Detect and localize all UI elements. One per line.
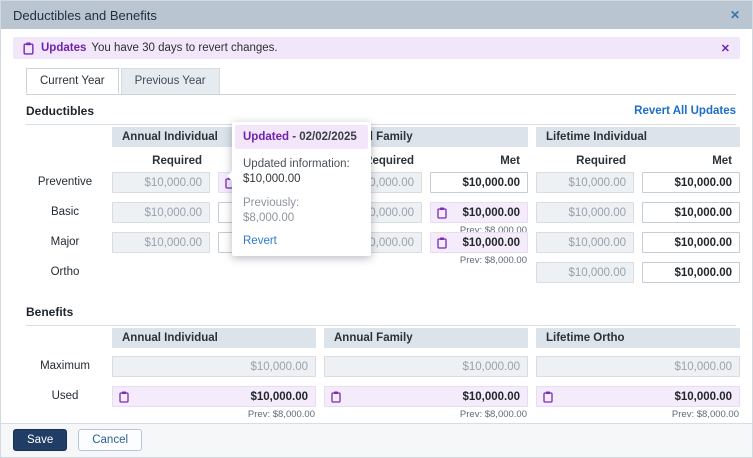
clipboard-icon	[543, 391, 553, 403]
group-header-lifetime-ortho: Lifetime Ortho	[536, 328, 740, 348]
revert-all-updates-link[interactable]: Revert All Updates	[634, 105, 736, 117]
save-button[interactable]: Save	[13, 429, 68, 451]
row-label: Major	[50, 236, 80, 248]
table-row-major: Major $10,000.00 Prev: $8,000.00	[26, 232, 740, 266]
previous-value-label: Prev: $8,000.00	[247, 409, 315, 420]
required-input[interactable]	[536, 262, 634, 283]
required-input[interactable]	[112, 172, 210, 193]
table-row-used: Used $10,000.00 Prev: $8,000.00 $10,000.…	[26, 386, 740, 420]
tooltip-arrow-icon	[227, 171, 232, 181]
updated-used-cell[interactable]: $10,000.00	[324, 386, 528, 407]
updated-met-cell[interactable]: $10,000.00	[430, 202, 528, 223]
required-column-label: Required	[152, 155, 202, 167]
tooltip-updated-info-label: Updated information:	[243, 158, 350, 170]
banner-text: You have 30 days to revert changes.	[91, 42, 278, 54]
revert-link[interactable]: Revert	[243, 235, 360, 247]
row-label: Preventive	[37, 176, 93, 188]
maximum-input[interactable]	[112, 356, 316, 377]
updated-used-cell[interactable]: $10,000.00	[536, 386, 740, 407]
table-row-basic: Basic $10,000.00 Prev: $8,000.00	[26, 202, 740, 236]
required-input[interactable]	[536, 172, 634, 193]
clipboard-icon	[437, 237, 447, 249]
met-input[interactable]	[642, 172, 740, 193]
table-row-maximum: Maximum	[26, 356, 740, 377]
required-input[interactable]	[112, 202, 210, 223]
deductibles-table: Annual Individual Annual Family Lifetime…	[26, 124, 740, 283]
dialog-content: Deductibles Revert All Updates Annual In…	[1, 95, 752, 423]
year-tabs: Current Year Previous Year	[26, 68, 736, 95]
clipboard-icon	[437, 207, 447, 219]
met-input[interactable]	[430, 172, 528, 193]
used-value: $10,000.00	[674, 390, 732, 403]
tooltip-updated-label: Updated	[243, 131, 289, 143]
tab-current-year[interactable]: Current Year	[26, 68, 119, 94]
required-column-label: Required	[576, 155, 626, 167]
row-label: Maximum	[40, 360, 90, 372]
tooltip-body: Updated information: $10,000.00 Previous…	[232, 152, 371, 256]
met-column-label: Met	[500, 155, 520, 167]
met-input[interactable]	[642, 262, 740, 283]
updates-banner: Updates You have 30 days to revert chang…	[13, 37, 740, 59]
dialog-close-icon[interactable]: ✕	[730, 8, 740, 22]
dialog-titlebar: Deductibles and Benefits ✕	[1, 1, 752, 29]
maximum-input[interactable]	[324, 356, 528, 377]
clipboard-icon	[331, 391, 341, 403]
table-row-preventive: Preventive $10,000.00	[26, 172, 740, 193]
row-label: Ortho	[50, 266, 80, 278]
tooltip-date: - 02/02/2025	[289, 131, 357, 143]
row-label: Basic	[50, 206, 80, 218]
required-input[interactable]	[112, 232, 210, 253]
previous-value-label: Prev: $8,000.00	[671, 409, 739, 420]
group-header-annual-individual: Annual Individual	[112, 328, 316, 348]
tooltip-previously-label: Previously:	[243, 197, 300, 209]
group-header-lifetime-individual: Lifetime Individual	[536, 127, 740, 147]
benefits-table: Annual Individual Annual Family Lifetime…	[26, 325, 740, 420]
clipboard-icon	[119, 391, 129, 403]
used-value: $10,000.00	[250, 390, 308, 403]
met-value: $10,000.00	[462, 236, 520, 249]
deductibles-heading: Deductibles	[26, 104, 95, 118]
tooltip-header: Updated - 02/02/2025	[235, 125, 368, 149]
banner-close-icon[interactable]: ✕	[721, 42, 730, 55]
clipboard-icon	[23, 42, 34, 55]
row-label: Used	[51, 390, 79, 402]
updated-tooltip: Updated - 02/02/2025 Updated information…	[227, 122, 371, 256]
met-column-label: Met	[712, 155, 732, 167]
dialog-title: Deductibles and Benefits	[13, 7, 157, 23]
met-input[interactable]	[642, 202, 740, 223]
required-input[interactable]	[536, 202, 634, 223]
group-header-annual-family: Annual Family	[324, 328, 528, 348]
dialog-footer: Save Cancel	[1, 423, 752, 457]
previous-value-label: Prev: $8,000.00	[459, 409, 527, 420]
tooltip-previous-value: $8,000.00	[243, 212, 295, 224]
met-value: $10,000.00	[462, 206, 520, 219]
updated-met-cell[interactable]: $10,000.00	[430, 232, 528, 253]
required-input[interactable]	[536, 232, 634, 253]
deductibles-benefits-dialog: Deductibles and Benefits ✕ Updates You h…	[0, 0, 753, 458]
benefits-heading: Benefits	[26, 305, 74, 319]
tab-previous-year[interactable]: Previous Year	[120, 68, 220, 94]
used-value: $10,000.00	[462, 390, 520, 403]
updated-used-cell[interactable]: $10,000.00	[112, 386, 316, 407]
banner-label: Updates	[41, 42, 87, 54]
maximum-input[interactable]	[536, 356, 740, 377]
table-row-ortho: Ortho	[26, 262, 740, 283]
cancel-button[interactable]: Cancel	[78, 429, 143, 451]
tooltip-updated-value: $10,000.00	[243, 173, 301, 185]
met-input[interactable]	[642, 232, 740, 253]
